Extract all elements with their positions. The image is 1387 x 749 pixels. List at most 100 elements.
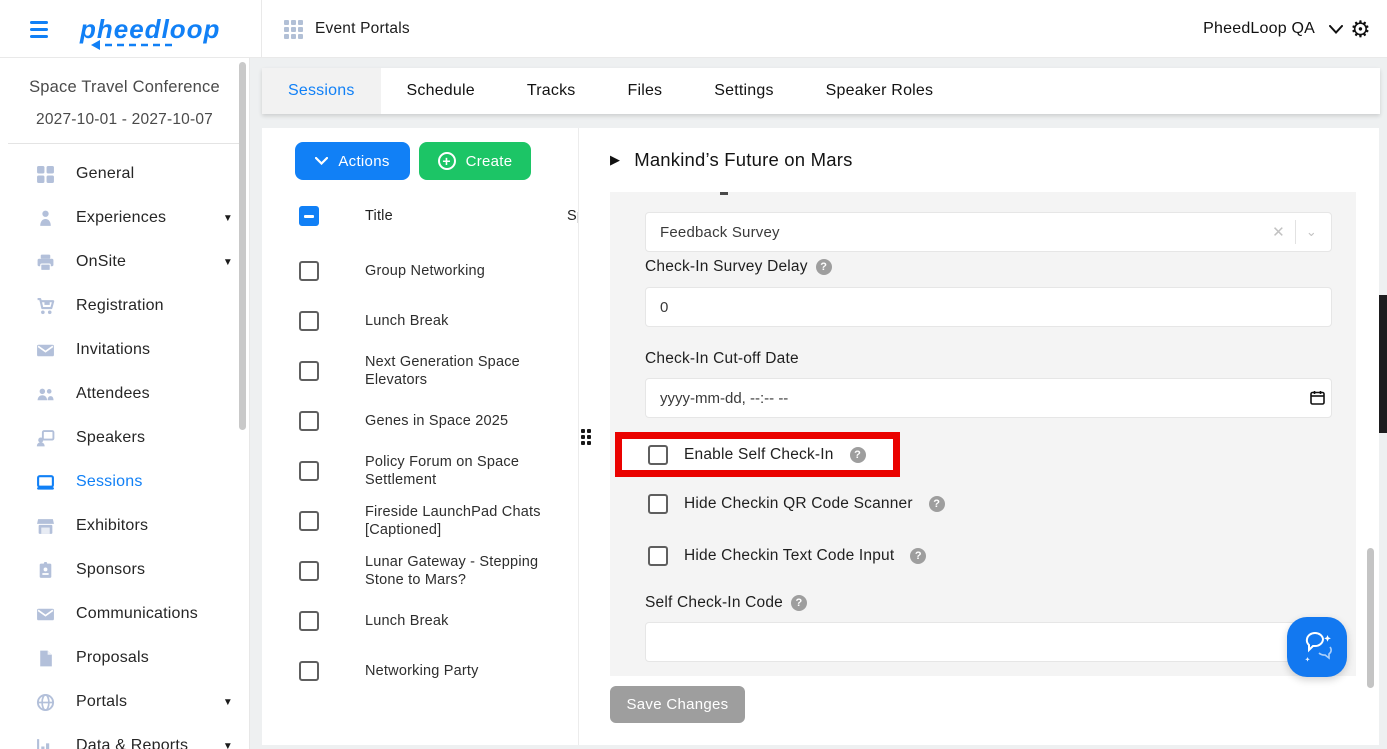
table-row[interactable]: Next Generation Space Elevators: [299, 346, 561, 396]
help-icon[interactable]: ?: [791, 595, 807, 611]
row-checkbox[interactable]: [299, 261, 319, 281]
envelope-icon: [36, 604, 58, 624]
envelope-icon: [36, 340, 58, 360]
sidebar-scrollbar[interactable]: [239, 62, 246, 430]
help-icon[interactable]: ?: [849, 446, 866, 463]
self-checkin-code-input[interactable]: [645, 622, 1332, 662]
row-checkbox[interactable]: [299, 461, 319, 481]
tab-files[interactable]: Files: [601, 68, 688, 114]
cart-icon: [36, 296, 58, 316]
row-checkbox[interactable]: [299, 661, 319, 681]
calendar-icon[interactable]: [1310, 390, 1325, 408]
help-icon[interactable]: ?: [910, 548, 927, 564]
sidebar-item-label: Portals: [76, 693, 128, 710]
sidebar-item-sponsors[interactable]: Sponsors: [0, 548, 249, 592]
sidebar-item-general[interactable]: General: [0, 152, 249, 196]
panel-scrollbar[interactable]: [1367, 548, 1374, 688]
globe-icon: [36, 692, 58, 712]
chevron-down-icon: ▼: [222, 212, 233, 224]
pheedloop-logo[interactable]: pheedloop: [80, 14, 220, 50]
chevron-down-icon: ▼: [222, 256, 233, 268]
sidebar-item-label: Attendees: [76, 385, 150, 402]
sidebar-item-attendees[interactable]: Attendees: [0, 372, 249, 416]
hide-text-checkbox[interactable]: [648, 546, 668, 566]
row-checkbox[interactable]: [299, 361, 319, 381]
person-icon: [36, 208, 58, 228]
table-row[interactable]: Networking Party: [299, 646, 561, 696]
chevron-down-icon: ▼: [222, 740, 233, 749]
grid-icon: [36, 164, 58, 184]
sidebar-item-label: Registration: [76, 297, 164, 314]
feedback-survey-select[interactable]: Feedback Survey ✕ ⌄: [645, 212, 1332, 252]
annotation-highlight-box: Enable Self Check-In ?: [615, 432, 900, 477]
chat-support-button[interactable]: [1287, 617, 1347, 677]
sidebar-item-speakers[interactable]: Speakers: [0, 416, 249, 460]
sidebar-item-data-reports[interactable]: Data & Reports ▼: [0, 724, 249, 749]
column-header-speakers[interactable]: Speakers: [567, 208, 578, 224]
hide-qr-label: Hide Checkin QR Code Scanner: [684, 495, 913, 512]
row-checkbox[interactable]: [299, 511, 319, 531]
tab-schedule[interactable]: Schedule: [381, 68, 501, 114]
sidebar-item-portals[interactable]: Portals ▼: [0, 680, 249, 724]
event-portals-label: Event Portals: [315, 20, 410, 37]
create-button[interactable]: + Create: [419, 142, 531, 180]
panel-resize-handle[interactable]: [581, 429, 591, 445]
column-header-title[interactable]: Title: [365, 208, 393, 224]
gear-icon[interactable]: ⚙: [1350, 0, 1371, 58]
clipped-text-fragment: [720, 192, 728, 195]
sidebar-item-label: Speakers: [76, 429, 146, 446]
row-checkbox[interactable]: [299, 311, 319, 331]
tab-sessions[interactable]: Sessions: [262, 68, 381, 114]
sidebar-item-sessions[interactable]: Sessions: [0, 460, 249, 504]
select-separator: [1294, 220, 1296, 244]
delay-label: Check-In Survey Delay: [645, 258, 808, 275]
row-checkbox[interactable]: [299, 561, 319, 581]
create-label: Create: [465, 152, 513, 170]
sidebar-item-experiences[interactable]: Experiences ▼: [0, 196, 249, 240]
clear-icon[interactable]: ✕: [1272, 223, 1285, 241]
table-row[interactable]: Policy Forum on Space Settlement: [299, 446, 561, 496]
actions-button[interactable]: Actions: [295, 142, 410, 180]
sidebar-item-communications[interactable]: Communications: [0, 592, 249, 636]
hamburger-menu-icon[interactable]: [30, 20, 48, 38]
event-dates: 2027-10-01 - 2027-10-07: [36, 111, 213, 128]
table-row[interactable]: Genes in Space 2025: [299, 396, 561, 446]
row-checkbox[interactable]: [299, 411, 319, 431]
hide-qr-checkbox[interactable]: [648, 494, 668, 514]
sidebar-item-registration[interactable]: Registration: [0, 284, 249, 328]
help-icon[interactable]: ?: [815, 259, 832, 275]
sidebar-item-label: Data & Reports: [76, 737, 189, 749]
account-menu[interactable]: PheedLoop QA: [1203, 0, 1343, 58]
save-changes-button[interactable]: Save Changes: [610, 686, 745, 723]
row-checkbox[interactable]: [299, 611, 319, 631]
select-all-checkbox[interactable]: [299, 206, 319, 226]
sidebar-item-exhibitors[interactable]: Exhibitors: [0, 504, 249, 548]
storefront-icon: [36, 516, 58, 536]
sidebar-item-onsite[interactable]: OnSite ▼: [0, 240, 249, 284]
table-row[interactable]: Lunch Break: [299, 596, 561, 646]
sidebar-item-proposals[interactable]: Proposals: [0, 636, 249, 680]
event-name: Space Travel Conference: [29, 78, 220, 96]
sidebar-item-label: Proposals: [76, 649, 149, 666]
collapse-arrow-icon[interactable]: ▶: [610, 152, 620, 168]
column-divider: [578, 128, 579, 745]
enable-self-checkin-checkbox[interactable]: [648, 444, 668, 465]
cutoff-label: Check-In Cut-off Date: [645, 350, 799, 367]
table-row[interactable]: Fireside LaunchPad Chats [Captioned]: [299, 496, 561, 546]
tab-tracks[interactable]: Tracks: [501, 68, 602, 114]
account-name: PheedLoop QA: [1203, 20, 1315, 37]
tab-speaker-roles[interactable]: Speaker Roles: [800, 68, 960, 114]
event-portals-button[interactable]: Event Portals: [284, 0, 410, 58]
table-row[interactable]: Lunch Break: [299, 296, 561, 346]
table-row[interactable]: Lunar Gateway - Stepping Stone to Mars?: [299, 546, 561, 596]
delay-input[interactable]: [645, 287, 1332, 327]
chevron-down-icon[interactable]: ⌄: [1306, 224, 1317, 240]
survey-select-value: Feedback Survey: [660, 223, 780, 241]
window-scrollbar-thumb[interactable]: [1379, 295, 1387, 433]
sidebar-item-invitations[interactable]: Invitations: [0, 328, 249, 372]
table-row[interactable]: Group Networking: [299, 246, 561, 296]
cutoff-date-input[interactable]: [645, 378, 1332, 418]
tab-settings[interactable]: Settings: [688, 68, 799, 114]
help-icon[interactable]: ?: [928, 496, 945, 512]
sidebar-item-label: General: [76, 165, 135, 182]
